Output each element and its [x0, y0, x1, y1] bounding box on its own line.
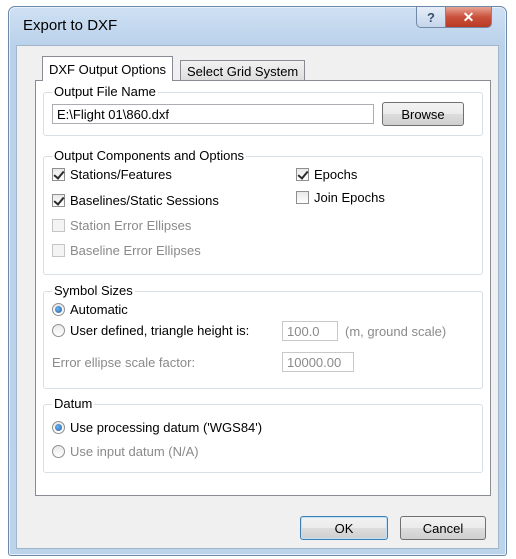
radio-label: User defined, triangle height is:	[70, 323, 250, 338]
help-button[interactable]: ?	[416, 7, 446, 28]
tab-dxf-output-options[interactable]: DXF Output Options	[42, 56, 174, 81]
checkbox-label: Station Error Ellipses	[70, 218, 192, 233]
close-icon: ✕	[462, 8, 475, 25]
cancel-button[interactable]: Cancel	[400, 516, 486, 540]
ellipse-factor-label: Error ellipse scale factor:	[52, 355, 196, 370]
join-epochs-checkbox[interactable]: Join Epochs	[296, 190, 385, 205]
browse-label: Browse	[401, 106, 445, 122]
group-title: Symbol Sizes	[52, 283, 135, 298]
datum-group: Datum Use processing datum ('WGS84') Use…	[43, 396, 483, 473]
radio-label: Use input datum (N/A)	[70, 444, 199, 459]
radio-label: Use processing datum ('WGS84')	[70, 420, 263, 435]
checkbox-label: Stations/Features	[70, 167, 172, 182]
station-error-ellipses-checkbox[interactable]: Station Error Ellipses	[52, 218, 191, 233]
browse-button[interactable]: Browse	[382, 102, 464, 126]
help-icon: ?	[427, 9, 435, 25]
radio-selected-icon	[52, 303, 65, 316]
export-dxf-dialog: Export to DXF ? ✕ DXF Output Options Sel…	[8, 6, 507, 556]
group-title: Output File Name	[52, 84, 158, 99]
ok-label: OK	[334, 520, 354, 536]
checkbox-label: Join Epochs	[314, 190, 385, 205]
radio-label: Automatic	[70, 302, 128, 317]
checkbox-unchecked-icon	[296, 191, 309, 204]
output-path-input[interactable]: E:\Flight 01\860.dxf	[52, 104, 374, 124]
tab-label: Select Grid System	[187, 63, 299, 79]
ellipse-factor-input[interactable]: 10000.00	[282, 352, 354, 372]
group-title: Datum	[52, 396, 95, 411]
ok-button[interactable]: OK	[300, 516, 388, 540]
radio-unselected-icon	[52, 324, 65, 337]
tab-select-grid-system[interactable]: Select Grid System	[180, 60, 306, 81]
checkbox-unchecked-icon	[52, 219, 65, 232]
baseline-error-ellipses-checkbox[interactable]: Baseline Error Ellipses	[52, 243, 201, 258]
checkbox-checked-icon	[52, 168, 65, 181]
cancel-label: Cancel	[422, 520, 464, 536]
tab-label: DXF Output Options	[49, 61, 167, 77]
baselines-static-sessions-checkbox[interactable]: Baselines/Static Sessions	[52, 193, 219, 208]
checkbox-label: Epochs	[314, 167, 358, 182]
checkbox-checked-icon	[52, 194, 65, 207]
stations-features-checkbox[interactable]: Stations/Features	[52, 167, 172, 182]
output-file-group: Output File Name E:\Flight 01\860.dxf Br…	[43, 84, 483, 136]
close-button[interactable]: ✕	[445, 7, 492, 28]
processing-datum-radio[interactable]: Use processing datum ('WGS84')	[52, 420, 262, 435]
checkbox-unchecked-icon	[52, 244, 65, 257]
radio-selected-icon	[52, 421, 65, 434]
input-datum-radio[interactable]: Use input datum (N/A)	[52, 444, 199, 459]
triangle-height-unit: (m, ground scale)	[345, 324, 447, 339]
checkbox-label: Baseline Error Ellipses	[70, 243, 201, 258]
epochs-checkbox[interactable]: Epochs	[296, 167, 357, 182]
checkbox-checked-icon	[296, 168, 309, 181]
automatic-radio[interactable]: Automatic	[52, 302, 128, 317]
tab-page: Output File Name E:\Flight 01\860.dxf Br…	[35, 80, 491, 496]
symbol-sizes-group: Symbol Sizes Automatic User defined, tri…	[43, 283, 483, 389]
checkbox-label: Baselines/Static Sessions	[70, 193, 219, 208]
triangle-height-input[interactable]: 100.0	[282, 321, 338, 341]
dialog-client-area: DXF Output Options Select Grid System Ou…	[16, 45, 499, 549]
radio-unselected-icon	[52, 445, 65, 458]
dialog-title: Export to DXF	[23, 17, 118, 34]
user-defined-radio[interactable]: User defined, triangle height is:	[52, 323, 249, 338]
group-title: Output Components and Options	[52, 148, 247, 163]
output-components-group: Output Components and Options Stations/F…	[43, 148, 483, 275]
